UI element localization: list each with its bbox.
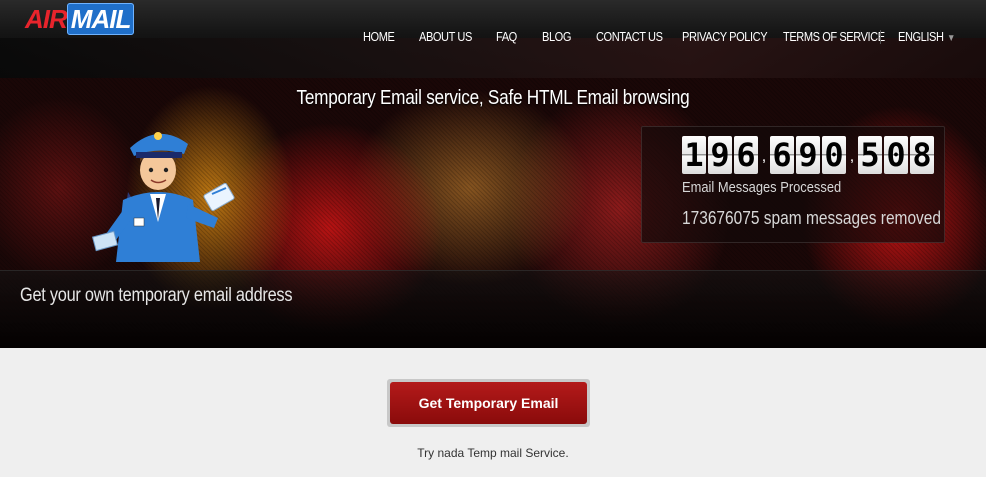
mailman-mascot-icon xyxy=(91,132,235,262)
hero-subtitle-strip: Get your own temporary email address xyxy=(0,270,986,348)
service-tagline: Try nada Temp mail Service. xyxy=(417,446,569,460)
messages-counter-panel: 1 9 6 , 6 9 0 , 5 0 8 Email Messages Pro… xyxy=(641,126,945,243)
cta-button-frame: Get Temporary Email xyxy=(387,379,590,427)
top-navigation-bar: AIR MAIL HOME ABOUT US FAQ BLOG CONTACT U… xyxy=(0,0,986,78)
counter-digit: 8 xyxy=(910,136,934,174)
nav-blog-link[interactable]: BLOG xyxy=(542,29,571,44)
hero-subtitle: Get your own temporary email address xyxy=(20,285,293,306)
main-menu: HOME ABOUT US FAQ BLOG CONTACT US PRIVAC… xyxy=(0,29,986,45)
spam-removed-label: 173676075 spam messages removed xyxy=(682,208,942,228)
hero-title: Temporary Email service, Safe HTML Email… xyxy=(296,87,690,109)
nav-contact-us-link[interactable]: CONTACT US xyxy=(596,29,663,44)
counter-digit: 9 xyxy=(708,136,732,174)
nav-divider xyxy=(880,30,881,44)
nav-privacy-policy-link[interactable]: PRIVACY POLICY xyxy=(682,29,768,44)
nav-home-link[interactable]: HOME xyxy=(363,29,395,44)
counter-separator: , xyxy=(761,148,767,165)
counter-digit: 1 xyxy=(682,136,706,174)
nav-faq-link[interactable]: FAQ xyxy=(496,29,517,44)
counter-digit: 5 xyxy=(858,136,882,174)
hero-banner: Temporary Email service, Safe HTML Email… xyxy=(0,78,986,348)
counter-digit: 6 xyxy=(770,136,794,174)
language-label: ENGLISH xyxy=(898,29,944,44)
nav-terms-of-service-link[interactable]: TERMS OF SERVICE xyxy=(783,29,885,44)
language-selector[interactable]: ENGLISH ▼ xyxy=(898,29,955,44)
counter-digit: 0 xyxy=(884,136,908,174)
counter-digit: 0 xyxy=(822,136,846,174)
processed-label: Email Messages Processed xyxy=(682,179,842,196)
get-temporary-email-button[interactable]: Get Temporary Email xyxy=(390,382,587,424)
counter-digit: 6 xyxy=(734,136,758,174)
counter-digit: 9 xyxy=(796,136,820,174)
odometer-counter: 1 9 6 , 6 9 0 , 5 0 8 xyxy=(682,136,936,174)
counter-separator: , xyxy=(849,148,855,165)
nav-about-us-link[interactable]: ABOUT US xyxy=(419,29,472,44)
chevron-down-icon: ▼ xyxy=(946,33,955,44)
